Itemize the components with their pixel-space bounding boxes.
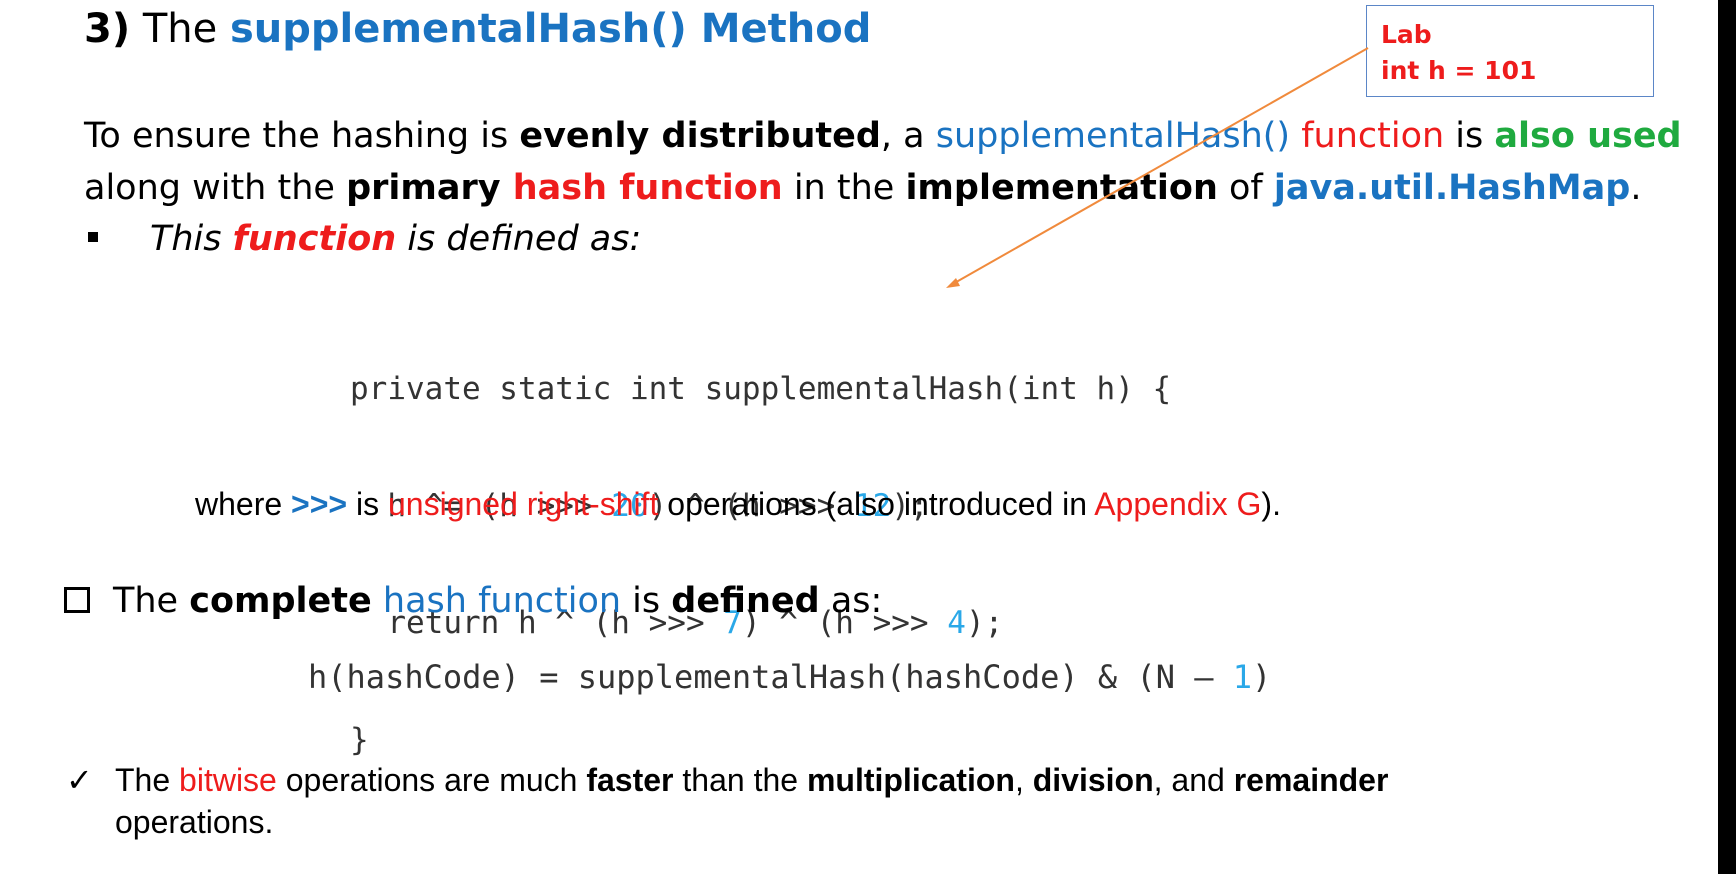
complete-text: is: [621, 581, 672, 621]
intro-primary: primary: [346, 168, 501, 208]
square-bullet-icon: [88, 232, 98, 242]
intro-text: , a: [880, 116, 936, 156]
bullet-function-word: function: [232, 219, 397, 259]
note-text: operations are much: [276, 762, 587, 798]
note-line-1: The bitwise operations are much faster t…: [115, 758, 1388, 802]
bullet-text-part: This: [150, 219, 233, 259]
where-text: where: [195, 486, 292, 522]
intro-text: .: [1630, 168, 1642, 208]
where-unsigned-shift: unsigned right-shift: [388, 486, 659, 522]
intro-hash-function: hash function: [500, 168, 783, 208]
intro-method-ref: supplementalHash(): [935, 116, 1291, 156]
annotation-arrowhead-icon: [946, 278, 960, 288]
checkmark-icon: ✓: [66, 762, 93, 798]
lab-callout: Lab int h = 101: [1366, 5, 1654, 97]
code-number: 4: [947, 605, 966, 641]
intro-text: of: [1217, 168, 1274, 208]
code-token: );: [965, 605, 1004, 641]
formula-text: ): [1252, 658, 1272, 696]
intro-hashmap-ref: java.util.HashMap: [1273, 168, 1631, 208]
complete-hash-heading: The complete hash function is defined as…: [113, 577, 882, 625]
slide-title: 3) The supplementalHash() Method: [84, 2, 871, 56]
code-block: private static int supplementalHash(int …: [350, 292, 1171, 799]
intro-text: along with the: [84, 168, 347, 208]
intro-text: is: [1444, 116, 1495, 156]
intro-line-2: along with the primary hash function in …: [84, 164, 1641, 212]
code-line-signature: private static int supplementalHash(int …: [350, 371, 1172, 407]
note-multiplication: multiplication: [806, 762, 1015, 798]
right-edge-bar: [1718, 0, 1736, 874]
complete-text: The: [113, 581, 190, 621]
complete-hash-function: hash function: [371, 581, 622, 621]
intro-text: To ensure the hashing is: [84, 116, 520, 156]
note-faster: faster: [586, 762, 674, 798]
intro-function-word: function: [1290, 116, 1445, 156]
note-remainder: remainder: [1233, 762, 1389, 798]
where-appendix-ref: Appendix G: [1094, 486, 1262, 522]
title-prefix: The: [142, 6, 218, 52]
where-explanation: where >>> is unsigned right-shift operat…: [195, 482, 1281, 526]
note-text: The: [115, 762, 180, 798]
lab-callout-value: int h = 101: [1381, 56, 1537, 85]
intro-text: in the: [782, 168, 906, 208]
note-text: , and: [1153, 762, 1234, 798]
where-text: ).: [1261, 486, 1281, 522]
intro-implementation: implementation: [905, 168, 1218, 208]
complete-defined: defined: [671, 581, 820, 621]
note-text: ,: [1014, 762, 1033, 798]
where-operator: >>>: [291, 486, 348, 522]
hash-formula: h(hashCode) = supplementalHash(hashCode)…: [308, 655, 1271, 699]
complete-text: as:: [819, 581, 883, 621]
where-text: is: [347, 486, 388, 522]
note-bitwise: bitwise: [179, 762, 277, 798]
bullet-text: This function is defined as:: [150, 215, 641, 263]
intro-line-1: To ensure the hashing is evenly distribu…: [84, 112, 1682, 160]
note-division: division: [1032, 762, 1154, 798]
checkbox-bullet-icon: [64, 587, 90, 613]
note-text: than the: [673, 762, 807, 798]
code-line-close: }: [350, 722, 369, 758]
bullet-text-part: is defined as:: [396, 219, 642, 259]
intro-also-used: also used: [1494, 116, 1682, 156]
formula-number: 1: [1232, 658, 1253, 696]
complete-word: complete: [189, 581, 372, 621]
where-text: operations (also introduced in: [658, 486, 1095, 522]
note-line-2: operations.: [115, 804, 274, 840]
intro-emphasis: evenly distributed: [519, 116, 881, 156]
title-method-name: supplementalHash() Method: [229, 6, 872, 52]
lab-callout-title: Lab: [1381, 20, 1432, 49]
formula-text: h(hashCode) = supplementalHash(hashCode)…: [308, 658, 1233, 696]
title-number: 3): [84, 6, 131, 52]
